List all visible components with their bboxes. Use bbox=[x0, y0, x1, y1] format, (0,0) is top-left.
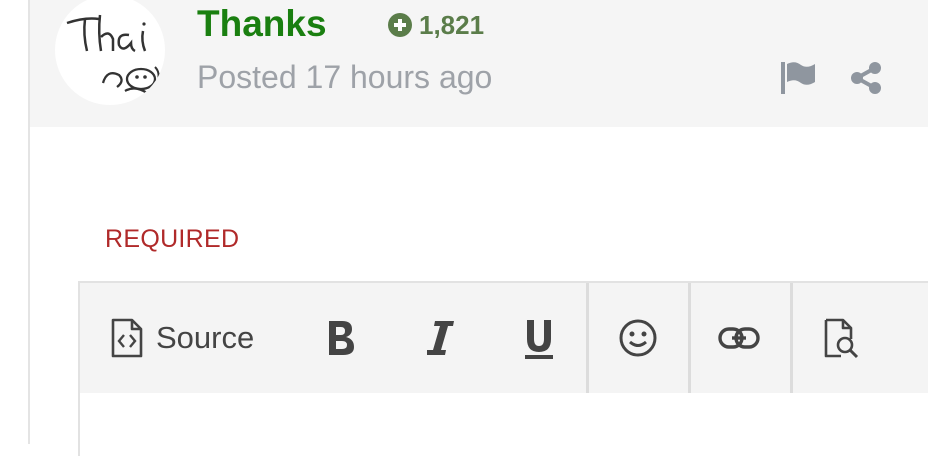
plus-circle-icon bbox=[388, 13, 412, 37]
link-icon bbox=[718, 327, 760, 349]
share-icon[interactable] bbox=[848, 60, 884, 96]
underline-button[interactable] bbox=[523, 283, 555, 393]
required-label: REQUIRED bbox=[105, 225, 240, 253]
source-button-label: Source bbox=[156, 320, 255, 355]
reply-area: REQUIRED Source bbox=[30, 127, 928, 458]
bold-button[interactable] bbox=[326, 283, 356, 393]
post-header: Thanks 1,821 Posted 17 hours ago bbox=[30, 0, 928, 127]
source-button[interactable]: Source bbox=[110, 283, 254, 393]
preview-icon bbox=[824, 318, 859, 359]
underline-icon bbox=[525, 320, 553, 359]
flag-icon[interactable] bbox=[779, 60, 817, 96]
posted-time: Posted 17 hours ago bbox=[197, 59, 493, 95]
italic-button[interactable] bbox=[427, 283, 455, 393]
bold-icon bbox=[329, 321, 354, 355]
left-gutter bbox=[0, 0, 30, 444]
editor-toolbar: Source bbox=[80, 283, 928, 393]
italic-icon bbox=[427, 321, 454, 355]
source-icon bbox=[111, 318, 143, 358]
avatar[interactable] bbox=[55, 0, 165, 105]
preview-button[interactable] bbox=[823, 283, 859, 393]
reputation-count: 1,821 bbox=[419, 10, 485, 40]
smiley-icon bbox=[619, 319, 657, 357]
editor-text-area[interactable] bbox=[80, 393, 928, 458]
link-button[interactable] bbox=[718, 283, 760, 393]
toolbar-separator bbox=[688, 283, 691, 393]
author-name-link[interactable]: Thanks bbox=[197, 2, 327, 46]
reputation-badge: 1,821 bbox=[387, 10, 484, 40]
avatar-signature-image bbox=[66, 14, 160, 94]
toolbar-separator bbox=[790, 283, 793, 393]
rich-text-editor: Source bbox=[78, 281, 928, 458]
emoji-button[interactable] bbox=[618, 283, 658, 393]
toolbar-separator bbox=[586, 283, 589, 393]
